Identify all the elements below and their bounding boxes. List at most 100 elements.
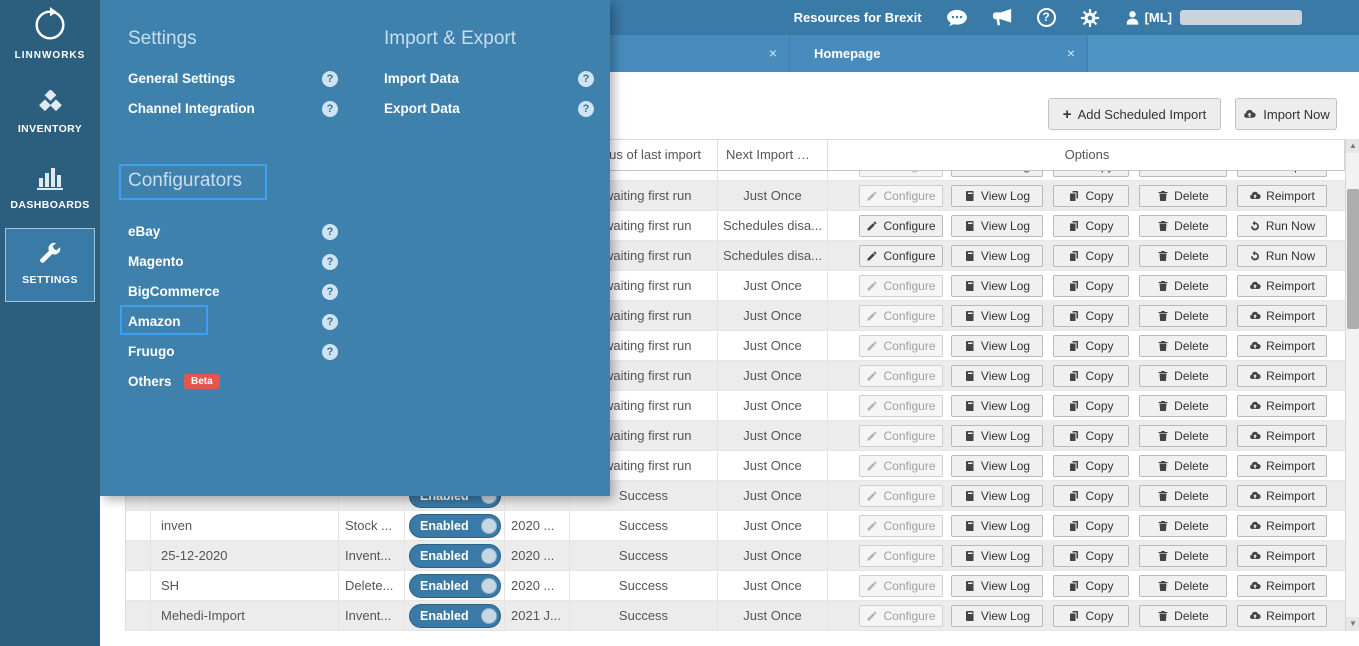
delete-button[interactable]: Delete: [1139, 245, 1227, 267]
reimport-button[interactable]: Reimport: [1237, 605, 1327, 627]
copy-button[interactable]: Copy: [1053, 515, 1129, 537]
help-icon[interactable]: ?: [322, 224, 338, 240]
enabled-toggle[interactable]: Enabled: [409, 604, 501, 628]
run-now-button[interactable]: Run Now: [1237, 245, 1327, 267]
close-icon[interactable]: ×: [769, 44, 777, 62]
reimport-button[interactable]: Reimport: [1237, 425, 1327, 447]
delete-button[interactable]: Delete: [1139, 515, 1227, 537]
reimport-button[interactable]: Reimport: [1237, 515, 1327, 537]
copy-button[interactable]: Copy: [1053, 305, 1129, 327]
menu-item-ebay[interactable]: eBay ?: [128, 217, 358, 247]
delete-button[interactable]: Delete: [1139, 425, 1227, 447]
copy-button[interactable]: Copy: [1053, 171, 1129, 177]
menu-item-channel-integration[interactable]: Channel Integration ?: [128, 94, 358, 124]
configure-button[interactable]: Configure: [859, 305, 943, 327]
help-icon[interactable]: ?: [322, 101, 338, 117]
help-icon[interactable]: ?: [578, 101, 594, 117]
configure-button[interactable]: Configure: [859, 245, 943, 267]
view-log-button[interactable]: View Log: [951, 215, 1043, 237]
configure-button[interactable]: Configure: [859, 215, 943, 237]
delete-button[interactable]: Delete: [1139, 575, 1227, 597]
menu-item-general-settings[interactable]: General Settings ?: [128, 64, 358, 94]
view-log-button[interactable]: View Log: [951, 485, 1043, 507]
copy-button[interactable]: Copy: [1053, 275, 1129, 297]
sidebar-item-dashboards[interactable]: DASHBOARDS: [0, 152, 100, 228]
sidebar-item-settings[interactable]: SETTINGS: [5, 228, 95, 302]
reimport-button[interactable]: Reimport: [1237, 185, 1327, 207]
megaphone-icon[interactable]: [992, 8, 1013, 27]
scroll-up-icon[interactable]: ▲: [1346, 139, 1359, 153]
view-log-button[interactable]: View Log: [951, 575, 1043, 597]
resources-for-brexit-link[interactable]: Resources for Brexit: [794, 10, 922, 25]
copy-button[interactable]: Copy: [1053, 335, 1129, 357]
copy-button[interactable]: Copy: [1053, 215, 1129, 237]
help-icon[interactable]: ?: [322, 254, 338, 270]
menu-item-bigcommerce[interactable]: BigCommerce ?: [128, 277, 358, 307]
configure-button[interactable]: Configure: [859, 275, 943, 297]
copy-button[interactable]: Copy: [1053, 395, 1129, 417]
import-now-button[interactable]: Import Now: [1235, 98, 1337, 130]
copy-button[interactable]: Copy: [1053, 245, 1129, 267]
delete-button[interactable]: Delete: [1139, 485, 1227, 507]
view-log-button[interactable]: View Log: [951, 395, 1043, 417]
add-scheduled-import-button[interactable]: + Add Scheduled Import: [1048, 98, 1221, 130]
delete-button[interactable]: Delete: [1139, 305, 1227, 327]
delete-button[interactable]: Delete: [1139, 335, 1227, 357]
view-log-button[interactable]: View Log: [951, 245, 1043, 267]
configure-button[interactable]: Configure: [859, 185, 943, 207]
view-log-button[interactable]: View Log: [951, 305, 1043, 327]
configure-button[interactable]: Configure: [859, 485, 943, 507]
column-header-next-import-due[interactable]: Next Import Due: [718, 140, 828, 170]
copy-button[interactable]: Copy: [1053, 425, 1129, 447]
view-log-button[interactable]: View Log: [951, 515, 1043, 537]
view-log-button[interactable]: View Log: [951, 275, 1043, 297]
reimport-button[interactable]: Reimport: [1237, 545, 1327, 567]
view-log-button[interactable]: View Log: [951, 605, 1043, 627]
configure-button[interactable]: Configure: [859, 605, 943, 627]
view-log-button[interactable]: View Log: [951, 455, 1043, 477]
user-menu[interactable]: [ML]: [1124, 9, 1172, 26]
delete-button[interactable]: Delete: [1139, 171, 1227, 177]
copy-button[interactable]: Copy: [1053, 485, 1129, 507]
copy-button[interactable]: Copy: [1053, 545, 1129, 567]
enabled-toggle[interactable]: Enabled: [409, 514, 501, 538]
delete-button[interactable]: Delete: [1139, 455, 1227, 477]
view-log-button[interactable]: View Log: [951, 365, 1043, 387]
delete-button[interactable]: Delete: [1139, 365, 1227, 387]
scrollbar-thumb[interactable]: [1347, 189, 1359, 329]
reimport-button[interactable]: Reimport: [1237, 335, 1327, 357]
tab-homepage[interactable]: Homepage ×: [790, 35, 1088, 72]
help-icon[interactable]: ?: [322, 344, 338, 360]
delete-button[interactable]: Delete: [1139, 395, 1227, 417]
vertical-scrollbar[interactable]: ▲ ▼: [1345, 139, 1359, 631]
menu-item-others[interactable]: Others Beta: [128, 367, 358, 397]
view-log-button[interactable]: View Log: [951, 545, 1043, 567]
configure-button[interactable]: Configure: [859, 425, 943, 447]
delete-button[interactable]: Delete: [1139, 605, 1227, 627]
configure-button[interactable]: Configure: [859, 455, 943, 477]
menu-item-export-data[interactable]: Export Data ?: [384, 94, 614, 124]
reimport-button[interactable]: Reimport: [1237, 305, 1327, 327]
menu-item-amazon[interactable]: Amazon ?: [128, 307, 358, 337]
reimport-button[interactable]: Reimport: [1237, 395, 1327, 417]
help-icon[interactable]: ?: [578, 71, 594, 87]
reimport-button[interactable]: Reimport: [1237, 485, 1327, 507]
chat-bubble-icon[interactable]: [946, 9, 968, 27]
help-circle-icon[interactable]: ?: [1036, 8, 1056, 27]
copy-button[interactable]: Copy: [1053, 605, 1129, 627]
configure-button[interactable]: Configure: [859, 335, 943, 357]
view-log-button[interactable]: View Log: [951, 425, 1043, 447]
scroll-down-icon[interactable]: ▼: [1346, 617, 1359, 631]
configure-button[interactable]: Configure: [859, 395, 943, 417]
sidebar-item-inventory[interactable]: INVENTORY: [0, 76, 100, 152]
gear-icon[interactable]: [1080, 8, 1100, 28]
reimport-button[interactable]: Reimport: [1237, 455, 1327, 477]
menu-item-import-data[interactable]: Import Data ?: [384, 64, 614, 94]
view-log-button[interactable]: View Log: [951, 185, 1043, 207]
view-log-button[interactable]: View Log: [951, 171, 1043, 177]
copy-button[interactable]: Copy: [1053, 575, 1129, 597]
help-icon[interactable]: ?: [322, 284, 338, 300]
configure-button[interactable]: Configure: [859, 171, 943, 177]
menu-item-fruugo[interactable]: Fruugo ?: [128, 337, 358, 367]
delete-button[interactable]: Delete: [1139, 275, 1227, 297]
